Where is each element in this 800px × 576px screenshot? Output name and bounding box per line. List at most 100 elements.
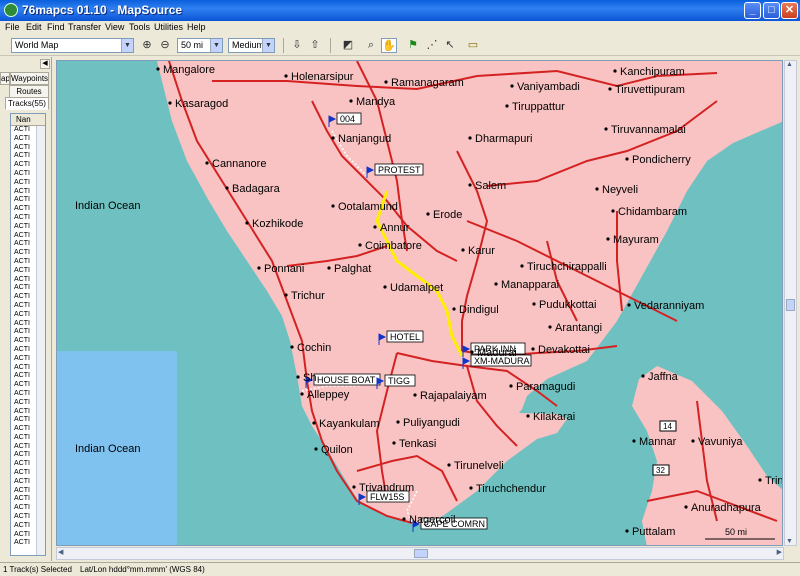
city-label[interactable]: Tiruvannamalai bbox=[611, 124, 686, 136]
minimize-button[interactable]: _ bbox=[744, 2, 761, 19]
city-label[interactable]: Quilon bbox=[321, 444, 353, 456]
city-label[interactable]: Salem bbox=[475, 180, 506, 192]
city-label[interactable]: Udamalpet bbox=[390, 282, 443, 294]
city-label[interactable]: Tiruppattur bbox=[512, 101, 565, 113]
tab-cut[interactable]: apb bbox=[0, 72, 10, 85]
city-label[interactable]: Anuradhapura bbox=[691, 502, 762, 514]
city-label[interactable]: Kilakarai bbox=[533, 411, 575, 423]
city-label[interactable]: Pudukkottai bbox=[539, 299, 596, 311]
map-horizontal-scrollbar[interactable]: ◀ ▶ bbox=[56, 547, 784, 560]
menu-transfer[interactable]: Transfer bbox=[68, 22, 101, 32]
city-label[interactable]: Ootalamund bbox=[338, 201, 398, 213]
city-label[interactable]: Kozhikode bbox=[252, 218, 303, 230]
product-select[interactable]: World Map ▼ bbox=[11, 38, 134, 53]
city-label[interactable]: Tirunelveli bbox=[454, 460, 504, 472]
city-label[interactable]: Vedaranniyam bbox=[634, 300, 704, 312]
city-label[interactable]: Dharmapuri bbox=[475, 133, 532, 145]
city-label[interactable]: Chidambaram bbox=[618, 206, 687, 218]
scroll-thumb[interactable] bbox=[414, 549, 428, 558]
scroll-left-icon[interactable]: ◀ bbox=[58, 548, 63, 556]
chevron-down-icon[interactable]: ▼ bbox=[210, 39, 222, 52]
hand-tool-icon[interactable]: ✋ bbox=[381, 38, 397, 53]
city-label[interactable]: Ramanagaram bbox=[391, 77, 464, 89]
city-label[interactable]: Pondicherry bbox=[632, 154, 691, 166]
city-label[interactable]: Paramagudi bbox=[516, 381, 575, 393]
scroll-down-icon[interactable]: ▼ bbox=[786, 538, 793, 545]
menu-file[interactable]: File bbox=[5, 22, 20, 32]
menu-edit[interactable]: Edit bbox=[26, 22, 42, 32]
distance-tool-icon[interactable]: ▭ bbox=[465, 38, 481, 53]
city-label[interactable]: Trivandrum bbox=[359, 482, 414, 494]
city-label[interactable]: Puliyangudi bbox=[403, 417, 460, 429]
receive-from-device-icon[interactable]: ⇩ bbox=[289, 38, 305, 53]
maximize-button[interactable]: □ bbox=[763, 2, 780, 19]
panel-collapse-icon[interactable]: ◀ bbox=[40, 59, 50, 69]
city-label[interactable]: Puttalam bbox=[632, 526, 675, 538]
scroll-thumb[interactable] bbox=[786, 299, 795, 311]
city-label[interactable]: Coimbatore bbox=[365, 240, 422, 252]
city-label[interactable]: Neyveli bbox=[602, 184, 638, 196]
menu-tools[interactable]: Tools bbox=[129, 22, 150, 32]
city-label[interactable]: Nanjangud bbox=[338, 133, 391, 145]
city-label[interactable]: Annur bbox=[380, 222, 410, 234]
magnify-tool-icon[interactable]: ⌕ bbox=[363, 38, 379, 53]
city-label[interactable]: Kasaragod bbox=[175, 98, 228, 110]
city-label[interactable]: Manapparai bbox=[501, 279, 559, 291]
chevron-down-icon[interactable]: ▼ bbox=[121, 39, 133, 52]
city-label[interactable]: Trin bbox=[765, 475, 783, 487]
city-label[interactable]: Dindigul bbox=[459, 304, 499, 316]
close-button[interactable]: ✕ bbox=[781, 2, 798, 19]
map-canvas[interactable]: 004PROTESTHOTELPARK INNXM-MADURAHOUSE BO… bbox=[57, 61, 783, 546]
city-label[interactable]: Kanchipuram bbox=[620, 66, 685, 78]
city-label[interactable]: Tiruchchirappalli bbox=[527, 261, 607, 273]
city-label[interactable]: Tiruvettipuram bbox=[615, 84, 685, 96]
city-label[interactable]: Nagercoil bbox=[409, 514, 455, 526]
city-label[interactable]: Vaniyambadi bbox=[517, 81, 580, 93]
city-label[interactable]: Mangalore bbox=[163, 64, 215, 76]
send-to-device-icon[interactable]: ⇧ bbox=[307, 38, 323, 53]
city-label[interactable]: Madurai bbox=[477, 347, 517, 359]
city-label[interactable]: Mannar bbox=[639, 436, 677, 448]
city-label[interactable]: Mandya bbox=[356, 96, 396, 108]
map-vertical-scrollbar[interactable]: ▲ ▼ bbox=[784, 60, 797, 546]
city-label[interactable]: Holenarsipur bbox=[291, 71, 354, 83]
list-scrollbar[interactable] bbox=[36, 126, 45, 555]
menu-view[interactable]: View bbox=[105, 22, 124, 32]
city-label[interactable]: Ponnani bbox=[264, 263, 304, 275]
city-label[interactable]: Sh bbox=[303, 372, 316, 384]
city-label[interactable]: Cochin bbox=[297, 342, 331, 354]
city-label[interactable]: Jaffna bbox=[648, 371, 679, 383]
detail-select[interactable]: Medium ▼ bbox=[228, 38, 275, 53]
city-label[interactable]: Badagara bbox=[232, 183, 281, 195]
map-view[interactable]: 004 PROTEST HOTEL PARK INN XM-MADURA HOUSE BO… bbox=[56, 60, 783, 546]
route-tool-icon[interactable]: ⋰ bbox=[424, 38, 440, 53]
selection-tool-icon[interactable]: ↖ bbox=[442, 38, 458, 53]
city-label[interactable]: Mayuram bbox=[613, 234, 659, 246]
zoom-select[interactable]: 50 mi ▼ bbox=[177, 38, 223, 53]
city-label[interactable]: Karur bbox=[468, 245, 495, 257]
city-label[interactable]: Trichur bbox=[291, 290, 325, 302]
zoom-out-icon[interactable]: ⊖ bbox=[157, 38, 173, 53]
city-label[interactable]: Vavuniya bbox=[698, 436, 743, 448]
tab-tracks[interactable]: Tracks(55) bbox=[5, 97, 49, 110]
menu-help[interactable]: Help bbox=[187, 22, 206, 32]
city-label[interactable]: Devakottai bbox=[538, 344, 590, 356]
scroll-up-icon[interactable]: ▲ bbox=[786, 61, 793, 68]
tab-waypoints[interactable]: Waypoints( bbox=[10, 72, 49, 85]
city-label[interactable]: Rajapalaiyam bbox=[420, 390, 487, 402]
city-label[interactable]: Tiruchchendur bbox=[476, 483, 546, 495]
city-label[interactable]: Alleppey bbox=[307, 389, 350, 401]
track-list[interactable]: Nan ACTI ACTI ACTI ACTI ACTI ACTI ACTI ACTI ACTI… bbox=[10, 113, 46, 556]
city-label[interactable]: Arantangi bbox=[555, 322, 602, 334]
scroll-right-icon[interactable]: ▶ bbox=[777, 548, 782, 556]
column-header-name[interactable]: Nan bbox=[11, 114, 45, 126]
menu-utilities[interactable]: Utilities bbox=[154, 22, 183, 32]
menu-find[interactable]: Find bbox=[47, 22, 65, 32]
chevron-down-icon[interactable]: ▼ bbox=[262, 39, 274, 52]
city-label[interactable]: Tenkasi bbox=[399, 438, 436, 450]
city-label[interactable]: Erode bbox=[433, 209, 462, 221]
map-tool-icon[interactable]: ◩ bbox=[340, 38, 356, 53]
zoom-in-icon[interactable]: ⊕ bbox=[139, 38, 155, 53]
city-label[interactable]: Cannanore bbox=[212, 158, 266, 170]
city-label[interactable]: Kayankulam bbox=[319, 418, 380, 430]
